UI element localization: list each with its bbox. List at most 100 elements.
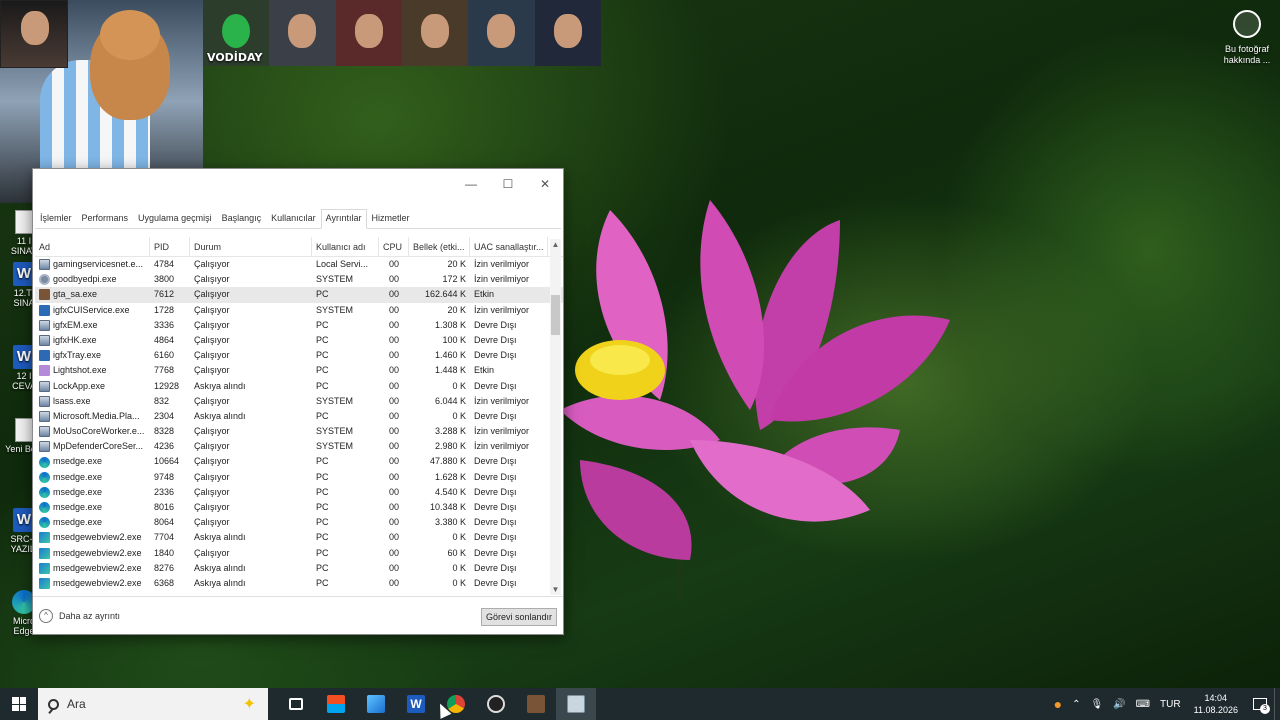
speaker-icon[interactable]: 🔊 bbox=[1108, 699, 1130, 710]
process-pid-cell: 2336 bbox=[154, 486, 175, 497]
gta-sa-icon[interactable] bbox=[516, 688, 556, 720]
process-user-cell: PC bbox=[316, 547, 329, 558]
table-row[interactable]: MpDefenderCoreSer... 4236 Çalışıyor SYSTEM 0… bbox=[35, 439, 563, 454]
window-titlebar[interactable]: — ☐ ✕ bbox=[33, 169, 563, 203]
process-name-cell: msedgewebview2.exe bbox=[35, 576, 150, 591]
table-row[interactable]: msedgewebview2.exe 8276 Askıya alındı PC 00 0… bbox=[35, 561, 563, 576]
overlay-tile bbox=[335, 0, 402, 66]
sparkle-icon[interactable]: ✦ bbox=[243, 694, 256, 714]
table-row[interactable]: gamingservicesnet.e... 4784 Çalışıyor Local… bbox=[35, 257, 563, 272]
scroll-up-icon[interactable]: ▲ bbox=[550, 239, 561, 250]
end-task-button[interactable]: Görevi sonlandır bbox=[480, 608, 557, 626]
notification-center-icon[interactable]: 3 bbox=[1246, 688, 1274, 720]
table-row[interactable]: msedge.exe 9748 Çalışıyor PC 00 1.628 K Devre … bbox=[35, 470, 563, 485]
table-row[interactable]: msedge.exe 8016 Çalışıyor PC 00 10.348 K Devre… bbox=[35, 500, 563, 515]
process-name: goodbyedpi.exe bbox=[53, 274, 117, 285]
table-row[interactable]: igfxCUIService.exe 1728 Çalışıyor SYSTEM 00 2… bbox=[35, 303, 563, 318]
window-footer: ^ Daha az ayrıntı Görevi sonlandır bbox=[33, 596, 563, 634]
process-mem-cell: 0 K bbox=[452, 532, 466, 543]
column-header[interactable]: Bellek (etki... bbox=[409, 237, 470, 256]
store-icon[interactable] bbox=[316, 688, 356, 720]
process-uac-cell: Etkin bbox=[474, 289, 495, 300]
tab-3[interactable]: Başlangıç bbox=[217, 209, 267, 229]
process-cpu-cell: 00 bbox=[388, 471, 399, 482]
scroll-down-icon[interactable]: ▼ bbox=[550, 584, 561, 595]
process-mem-cell: 3.380 K bbox=[434, 517, 466, 528]
photos-icon[interactable] bbox=[356, 688, 396, 720]
column-header[interactable]: CPU bbox=[379, 237, 409, 256]
tab-0[interactable]: İşlemler bbox=[35, 209, 77, 229]
column-header[interactable]: Kullanıcı adı bbox=[312, 237, 379, 256]
taskbar-search[interactable]: Ara ✦ bbox=[38, 688, 268, 720]
vertical-scrollbar[interactable]: ▲ ▼ bbox=[550, 239, 561, 595]
table-row[interactable]: gta_sa.exe 7612 Çalışıyor PC 00 162.644 K Etki… bbox=[35, 287, 563, 303]
table-row[interactable]: igfxHK.exe 4864 Çalışıyor PC 00 100 K Devre Dı… bbox=[35, 333, 563, 348]
process-uac-cell: Devre Dışı bbox=[474, 502, 517, 512]
table-row[interactable]: LockApp.exe 12928 Askıya alındı PC 00 0 K Devr… bbox=[35, 379, 563, 394]
process-name: msedge.exe bbox=[53, 517, 103, 528]
fewer-details-label: Daha az ayrıntı bbox=[59, 611, 121, 621]
table-row[interactable]: Microsoft.Media.Pla... 2304 Askıya alındı P… bbox=[35, 409, 563, 424]
word-icon[interactable]: W bbox=[396, 688, 436, 720]
language-indicator[interactable]: TUR bbox=[1155, 699, 1186, 710]
scroll-thumb[interactable] bbox=[551, 295, 560, 335]
tab-1[interactable]: Performans bbox=[77, 209, 134, 229]
process-name: lsass.exe bbox=[53, 395, 91, 406]
table-row[interactable]: lsass.exe 832 Çalışıyor SYSTEM 00 6.044 K İzin… bbox=[35, 394, 563, 409]
process-pid-cell: 4784 bbox=[154, 259, 175, 269]
table-row[interactable]: igfxTray.exe 6160 Çalışıyor PC 00 1.460 K Devr… bbox=[35, 348, 563, 363]
table-row[interactable]: msedge.exe 10664 Çalışıyor PC 00 47.880 K Devr… bbox=[35, 454, 563, 469]
process-user-cell: SYSTEM bbox=[316, 304, 354, 315]
table-row[interactable]: msedgewebview2.exe 1840 Çalışıyor PC 00 60 K D… bbox=[35, 546, 563, 561]
tab-2[interactable]: Uygulama geçmişi bbox=[133, 209, 217, 229]
table-row[interactable]: msedgewebview2.exe 6368 Askıya alındı PC 00 0… bbox=[35, 576, 563, 591]
clock[interactable]: 14:04 11.08.2026 bbox=[1186, 692, 1246, 716]
process-uac-cell: İzin verilmiyor bbox=[474, 274, 530, 285]
tab-4[interactable]: Kullanıcılar bbox=[266, 209, 321, 229]
process-edge-icon bbox=[39, 471, 50, 483]
shield-alert-icon[interactable]: ● bbox=[1049, 696, 1067, 712]
table-row[interactable]: msedgewebview2.exe 7704 Askıya alındı PC 00 0… bbox=[35, 530, 563, 545]
task-manager-icon[interactable] bbox=[556, 688, 596, 720]
process-name: LockApp.exe bbox=[53, 380, 106, 391]
table-row[interactable]: goodbyedpi.exe 3800 Çalışıyor SYSTEM 00 172 K… bbox=[35, 272, 563, 287]
task-view-icon[interactable] bbox=[276, 688, 316, 720]
process-name: msedge.exe bbox=[53, 486, 103, 497]
close-icon[interactable]: ✕ bbox=[527, 174, 563, 194]
column-header[interactable]: UAC sanallaştır... bbox=[470, 237, 548, 256]
start-button[interactable] bbox=[0, 688, 38, 720]
keyboard-icon[interactable]: ⌨ bbox=[1131, 699, 1155, 710]
process-win-icon bbox=[39, 380, 50, 392]
process-name-cell: msedge.exe bbox=[35, 485, 150, 500]
gta-launcher-icon[interactable] bbox=[476, 688, 516, 720]
table-row[interactable]: msedge.exe 2336 Çalışıyor PC 00 4.540 K Devre … bbox=[35, 485, 563, 500]
process-cpu-cell: 00 bbox=[388, 334, 399, 345]
process-light-icon bbox=[39, 365, 50, 377]
process-cpu-cell: 00 bbox=[388, 456, 399, 467]
process-uac-cell: Devre Dışı bbox=[474, 471, 517, 482]
photo-info[interactable]: Bu fotoğraf hakkında ... bbox=[1218, 10, 1276, 66]
process-pid-cell: 6368 bbox=[154, 577, 175, 588]
tab-5[interactable]: Ayrıntılar bbox=[320, 209, 367, 229]
overlay-tile-label: VODİDAY bbox=[207, 51, 263, 64]
column-header[interactable]: Durum bbox=[190, 237, 312, 256]
table-row[interactable]: igfxEM.exe 3336 Çalışıyor PC 00 1.308 K Devre … bbox=[35, 318, 563, 333]
process-status-cell: Çalışıyor bbox=[194, 289, 230, 300]
fewer-details-button[interactable]: ^ Daha az ayrıntı bbox=[39, 609, 120, 623]
show-desktop-button[interactable] bbox=[1274, 688, 1280, 720]
chevron-up-icon: ^ bbox=[39, 609, 53, 623]
tab-6[interactable]: Hizmetler bbox=[367, 209, 415, 229]
chevron-up-icon[interactable]: ⌃ bbox=[1067, 699, 1085, 710]
table-row[interactable]: MoUsoCoreWorker.e... 8328 Çalışıyor SYSTEM 0… bbox=[35, 424, 563, 439]
microphone-icon[interactable]: 🎙 bbox=[1085, 699, 1108, 710]
webcam-small bbox=[0, 0, 68, 68]
process-cpu-cell: 00 bbox=[388, 350, 399, 361]
table-row[interactable]: Lightshot.exe 7768 Çalışıyor PC 00 1.448 K Etk… bbox=[35, 363, 563, 378]
maximize-icon[interactable]: ☐ bbox=[490, 174, 526, 194]
process-pid-cell: 12928 bbox=[154, 380, 180, 391]
column-header[interactable]: PID bbox=[150, 237, 190, 256]
table-row[interactable]: msedge.exe 8064 Çalışıyor PC 00 3.380 K Devre … bbox=[35, 515, 563, 530]
process-mem-cell: 20 K bbox=[447, 304, 466, 315]
process-status-cell: Çalışıyor bbox=[194, 486, 230, 497]
minimize-icon[interactable]: — bbox=[453, 174, 489, 194]
